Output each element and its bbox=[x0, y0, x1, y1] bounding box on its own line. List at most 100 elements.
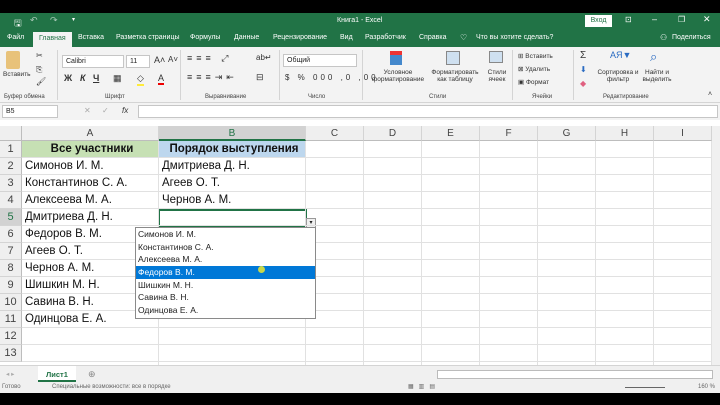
cell-a9[interactable]: Шишкин М. Н. bbox=[22, 277, 100, 294]
row-header-7[interactable]: 7 bbox=[0, 243, 22, 260]
cell-a3[interactable]: Константинов С. А. bbox=[22, 175, 127, 192]
font-name-select[interactable]: Calibri bbox=[62, 55, 124, 68]
borders-icon[interactable]: ▦ bbox=[113, 73, 122, 84]
tab-help[interactable]: Справка bbox=[419, 34, 446, 41]
dropdown-option[interactable]: Константинов С. А. bbox=[136, 241, 315, 254]
cell-a7[interactable]: Агеев О. Т. bbox=[22, 243, 83, 260]
tab-view[interactable]: Вид bbox=[340, 34, 353, 41]
row-header-6[interactable]: 6 bbox=[0, 226, 22, 243]
cell-a6[interactable]: Федоров В. М. bbox=[22, 226, 102, 243]
restore-button[interactable]: ❐ bbox=[678, 15, 685, 24]
tab-insert[interactable]: Вставка bbox=[78, 34, 104, 41]
tab-home[interactable]: Главная bbox=[33, 32, 72, 47]
cell-styles-icon[interactable] bbox=[489, 51, 503, 63]
merge-center-icon[interactable]: ⊟ bbox=[256, 72, 264, 83]
copy-icon[interactable]: ⎘ bbox=[36, 65, 42, 75]
number-format-select[interactable]: Общий bbox=[283, 54, 357, 67]
ribbon-display-icon[interactable]: ⊡ bbox=[625, 15, 632, 24]
cell-styles-button[interactable]: Стили ячеек bbox=[483, 69, 511, 83]
sort-filter-icon[interactable]: AЯ▼ bbox=[610, 50, 631, 60]
find-icon[interactable]: ⌕ bbox=[650, 49, 657, 65]
format-painter-icon[interactable]: 🖌 bbox=[36, 77, 46, 86]
cell-b1[interactable]: Порядок выступления bbox=[159, 141, 306, 158]
minimize-button[interactable]: – bbox=[652, 14, 657, 24]
bold-button[interactable]: Ж bbox=[64, 73, 72, 83]
zoom-slider[interactable] bbox=[625, 387, 665, 388]
dropdown-option[interactable]: Симонов И. М. bbox=[136, 228, 315, 241]
vertical-scrollbar[interactable] bbox=[712, 126, 720, 365]
tab-page-layout[interactable]: Разметка страницы bbox=[116, 34, 180, 41]
row-header-8[interactable]: 8 bbox=[0, 260, 22, 277]
font-size-select[interactable]: 11 bbox=[126, 55, 150, 68]
cell-a2[interactable]: Симонов И. М. bbox=[22, 158, 104, 175]
tell-me-search[interactable]: Что вы хотите сделать? bbox=[476, 34, 553, 41]
cell-a8[interactable]: Чернов А. М. bbox=[22, 260, 94, 277]
fill-icon[interactable]: ⬇ bbox=[580, 65, 587, 74]
cell-a4[interactable]: Алексеева М. А. bbox=[22, 192, 112, 209]
tab-data[interactable]: Данные bbox=[234, 34, 259, 41]
row-header-4[interactable]: 4 bbox=[0, 192, 22, 209]
vertical-align-icons[interactable]: ≡≡≡ ⤢ bbox=[187, 53, 232, 64]
column-header-a[interactable]: A bbox=[22, 126, 159, 141]
decrease-font-icon[interactable]: A˅ bbox=[168, 55, 178, 64]
dropdown-option[interactable]: Федоров В. М. bbox=[136, 266, 315, 279]
cell-a10[interactable]: Савина В. Н. bbox=[22, 294, 94, 311]
number-format-icons[interactable]: $ % 000 ,0 ,00 bbox=[285, 73, 379, 82]
accessibility-status[interactable]: Специальные возможности: все в порядке bbox=[52, 384, 171, 390]
cell-b2[interactable]: Дмитриева Д. Н. bbox=[159, 158, 250, 175]
sort-filter-button[interactable]: Сортировка и фильтр bbox=[597, 69, 639, 83]
undo-icon[interactable]: ↶ bbox=[30, 15, 38, 26]
fill-color-icon[interactable]: ◇ bbox=[137, 73, 144, 86]
sign-in-button[interactable]: Вход bbox=[585, 15, 612, 27]
delete-cells-button[interactable]: ⊠ Удалить bbox=[518, 65, 550, 73]
zoom-level[interactable]: 160 % bbox=[698, 384, 715, 390]
tab-developer[interactable]: Разработчик bbox=[365, 34, 406, 41]
cell-a11[interactable]: Одинцова Е. А. bbox=[22, 311, 107, 328]
conditional-format-button[interactable]: Условное форматирование bbox=[368, 69, 428, 83]
row-header-9[interactable]: 9 bbox=[0, 277, 22, 294]
wrap-text-icon[interactable]: ab↵ bbox=[256, 53, 272, 62]
italic-button[interactable]: К bbox=[80, 73, 86, 83]
new-sheet-button[interactable]: ⊕ bbox=[88, 369, 96, 380]
row-header-13[interactable]: 13 bbox=[0, 345, 22, 362]
column-header-c[interactable]: C bbox=[306, 126, 364, 141]
cell-a1[interactable]: Все участники bbox=[22, 141, 159, 158]
column-header-g[interactable]: G bbox=[538, 126, 596, 141]
dropdown-option[interactable]: Савина В. Н. bbox=[136, 291, 315, 304]
horizontal-scrollbar[interactable] bbox=[437, 370, 713, 379]
enter-icon[interactable]: ✓ bbox=[102, 106, 109, 115]
cell-b3[interactable]: Агеев О. Т. bbox=[159, 175, 220, 192]
close-button[interactable]: ✕ bbox=[703, 14, 711, 25]
horizontal-align-icons[interactable]: ≡≡≡⇥⇤ bbox=[187, 72, 238, 83]
row-header-11[interactable]: 11 bbox=[0, 311, 22, 328]
column-header-h[interactable]: H bbox=[596, 126, 654, 141]
dropdown-option[interactable]: Одинцова Е. А. bbox=[136, 304, 315, 317]
sheet-scroll-left-icon[interactable]: ◂ ▸ bbox=[6, 370, 14, 378]
dropdown-option[interactable]: Шишкин М. Н. bbox=[136, 279, 315, 292]
collapse-ribbon-icon[interactable]: ˄ bbox=[708, 91, 712, 98]
redo-icon[interactable]: ↷ bbox=[50, 15, 58, 26]
conditional-format-icon[interactable] bbox=[390, 51, 402, 65]
column-header-d[interactable]: D bbox=[364, 126, 422, 141]
column-header-f[interactable]: F bbox=[480, 126, 538, 141]
tab-review[interactable]: Рецензирование bbox=[273, 34, 327, 41]
view-buttons[interactable]: ▦ ▥ ▤ bbox=[408, 383, 435, 390]
format-cells-button[interactable]: ▣ Формат bbox=[518, 78, 549, 86]
row-header-2[interactable]: 2 bbox=[0, 158, 22, 175]
row-header-1[interactable]: 1 bbox=[0, 141, 22, 158]
row-header-5[interactable]: 5 bbox=[0, 209, 22, 226]
paste-button[interactable]: Вставить bbox=[3, 71, 31, 78]
row-header-10[interactable]: 10 bbox=[0, 294, 22, 311]
row-header-12[interactable]: 12 bbox=[0, 328, 22, 345]
tab-file[interactable]: Файл bbox=[7, 34, 24, 41]
underline-button[interactable]: Ч bbox=[93, 73, 99, 83]
paste-icon[interactable] bbox=[6, 51, 20, 69]
cell-b4[interactable]: Чернов А. М. bbox=[159, 192, 231, 209]
cell-a5[interactable]: Дмитриева Д. Н. bbox=[22, 209, 113, 226]
cancel-icon[interactable]: ✕ bbox=[84, 106, 91, 115]
cut-icon[interactable]: ✂ bbox=[36, 51, 43, 60]
autosum-icon[interactable]: Σ bbox=[580, 50, 586, 61]
format-as-table-icon[interactable] bbox=[446, 51, 460, 65]
tab-formulas[interactable]: Формулы bbox=[190, 34, 220, 41]
increase-font-icon[interactable]: A˄ bbox=[154, 55, 165, 65]
